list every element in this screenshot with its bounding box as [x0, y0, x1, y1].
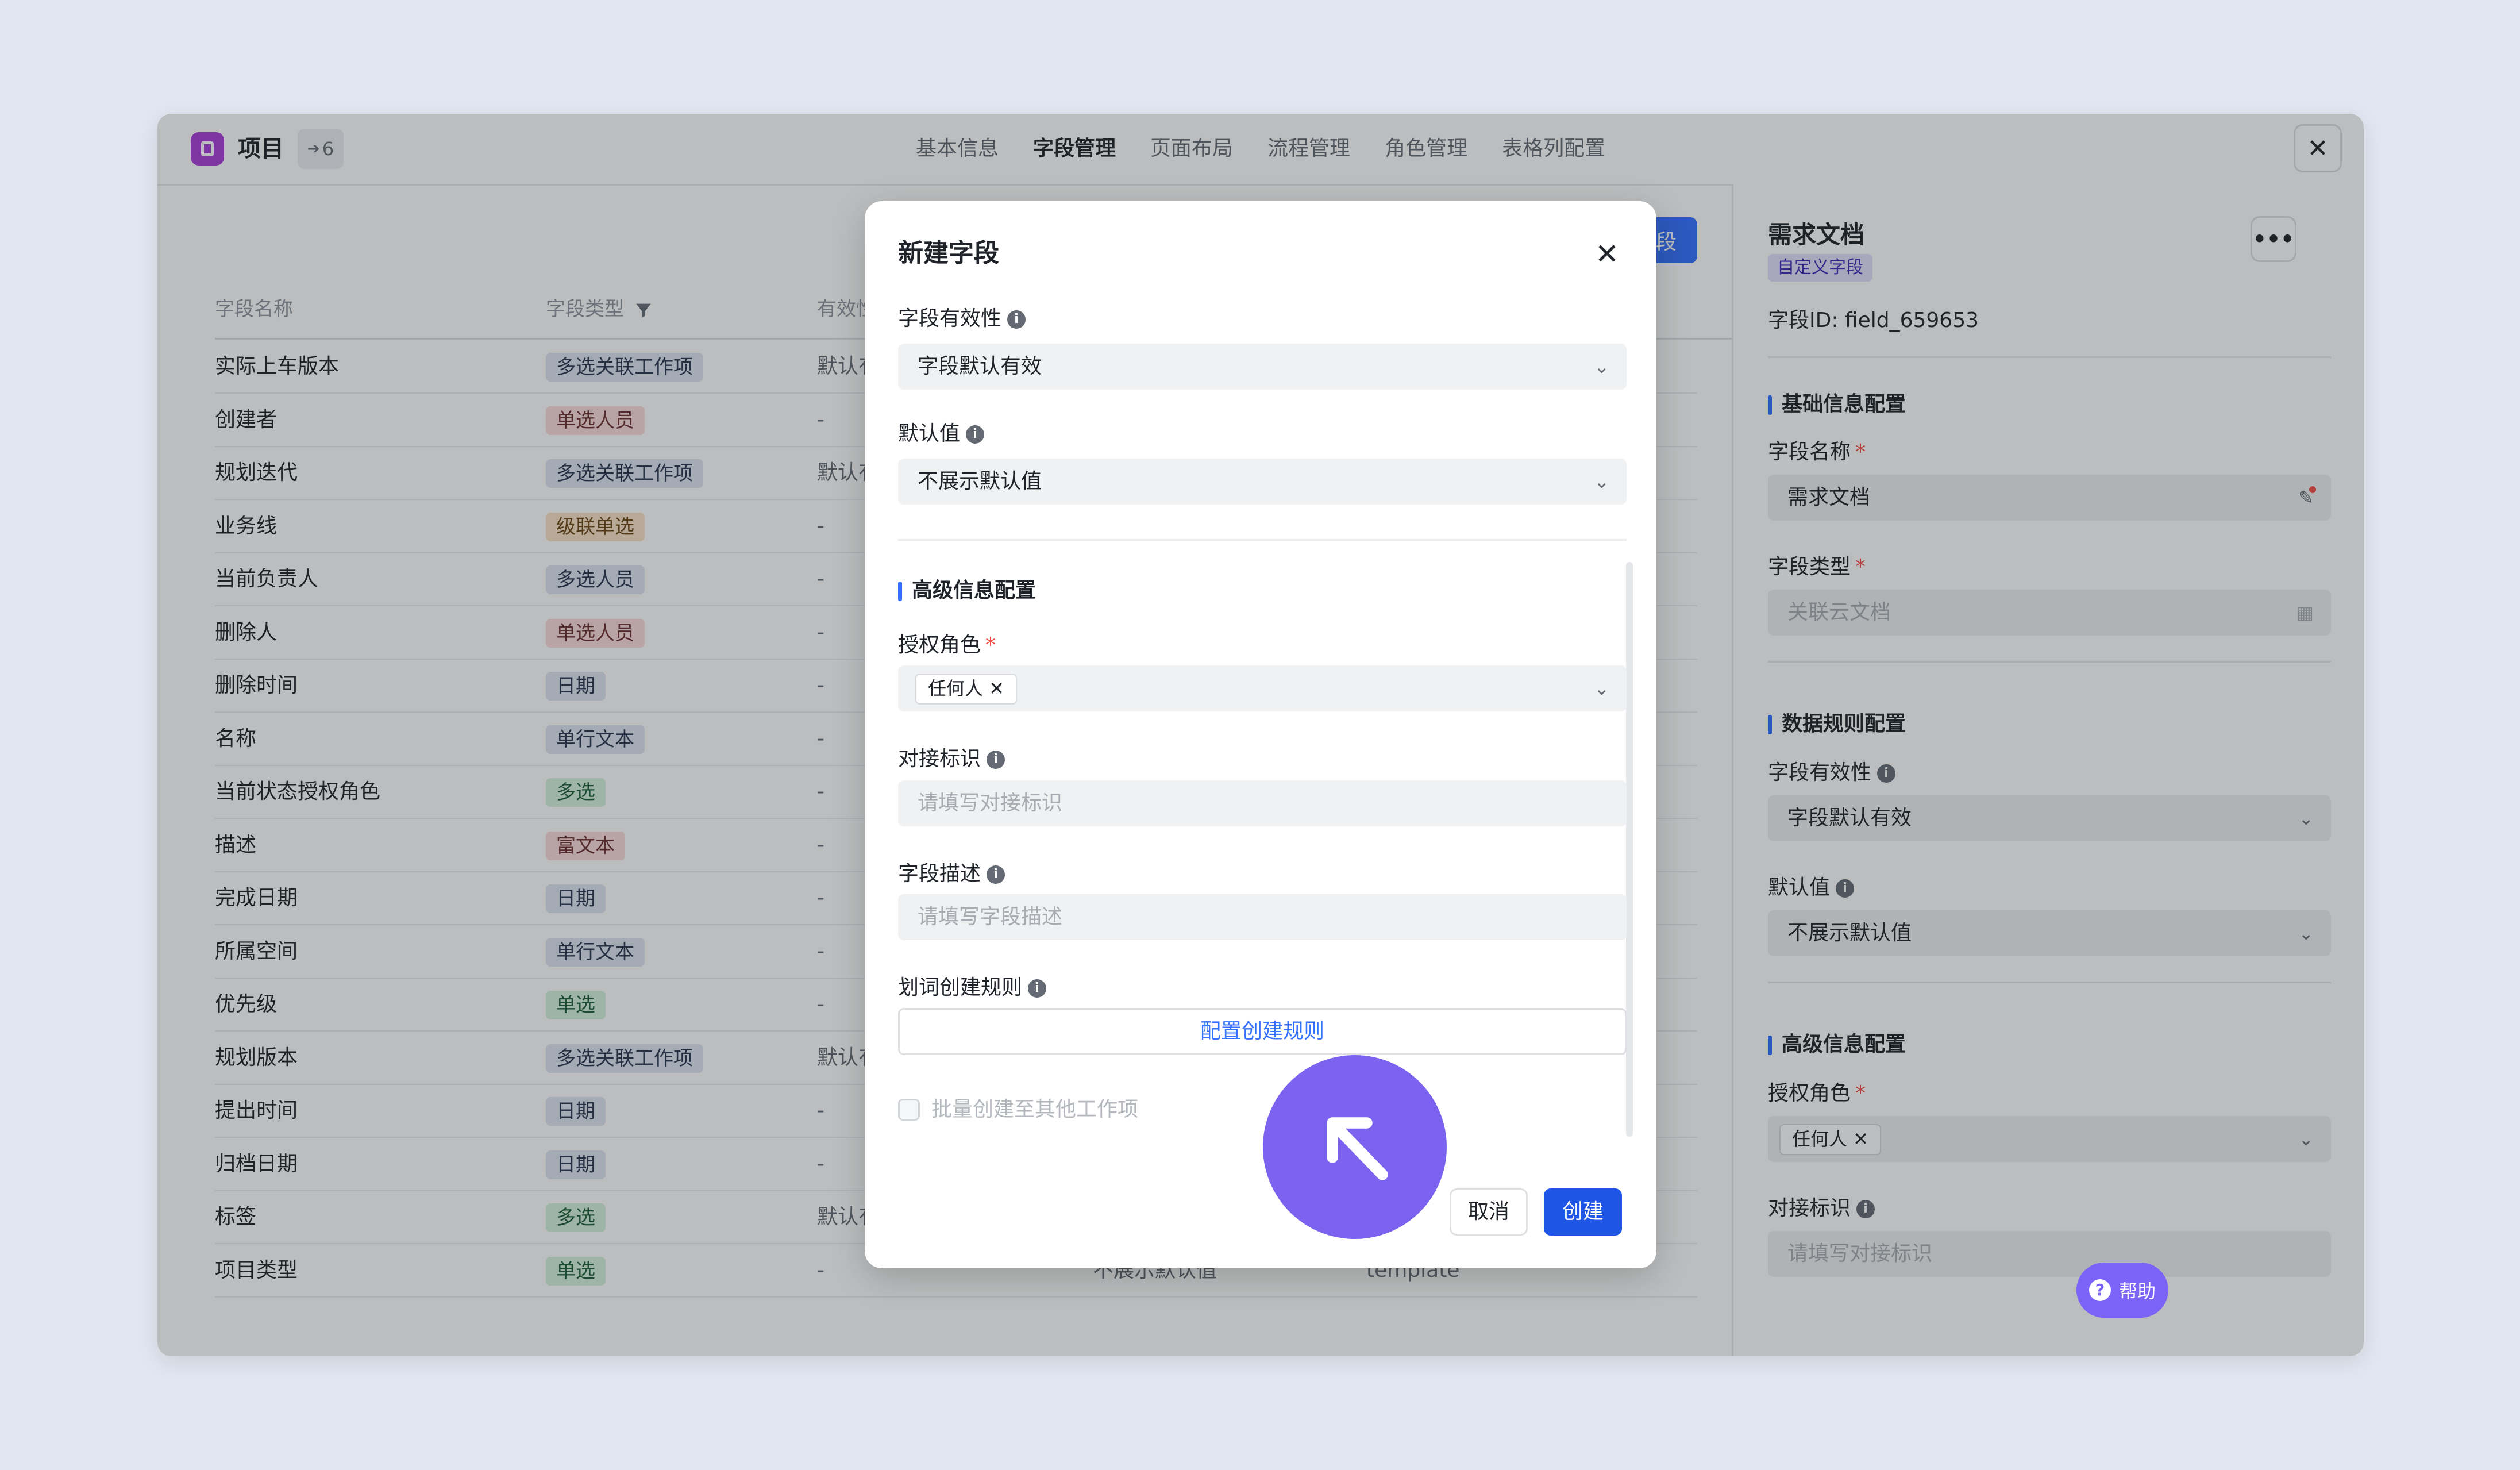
chevron-down-icon: ⌄ — [1594, 471, 1609, 492]
modal-default-value: 不展示默认值 — [918, 470, 1042, 493]
info-icon: i — [987, 865, 1005, 884]
modal-close-button[interactable]: ✕ — [1590, 237, 1624, 271]
cursor-arrow-icon — [1327, 1117, 1388, 1180]
help-button[interactable]: ? 帮助 — [2076, 1263, 2168, 1318]
info-icon: i — [966, 425, 985, 444]
chevron-down-icon: ⌄ — [1594, 678, 1609, 699]
modal-ident-input[interactable]: 请填写对接标识 — [898, 780, 1627, 826]
info-icon: i — [987, 751, 1005, 769]
modal-scrollbar[interactable] — [1626, 562, 1633, 1137]
cursor-highlight — [1263, 1055, 1447, 1239]
close-icon: ✕ — [1595, 237, 1619, 271]
modal-ident-label: 对接标识 i — [898, 745, 1005, 774]
cancel-button[interactable]: 取消 — [1450, 1188, 1528, 1236]
modal-roles-label: 授权角色 * — [898, 633, 996, 657]
modal-validity-select[interactable]: 字段默认有效 ⌄ — [898, 344, 1627, 390]
modal-rule-label: 划词创建规则 i — [898, 973, 1047, 1002]
create-button[interactable]: 创建 — [1544, 1188, 1622, 1236]
batch-create-option[interactable]: 批量创建至其他工作项 — [898, 1095, 1138, 1124]
modal-section-advanced: 高级信息配置 — [898, 577, 1036, 605]
tag-close-icon[interactable]: ✕ — [989, 678, 1004, 699]
info-icon: i — [1007, 310, 1026, 329]
modal-title: 新建字段 — [898, 238, 999, 268]
help-label: 帮助 — [2118, 1280, 2156, 1302]
modal-validity-label: 字段有效性 i — [898, 305, 1026, 333]
modal-desc-label: 字段描述 i — [898, 860, 1005, 888]
modal-roles-select[interactable]: 任何人 ✕ ⌄ — [898, 665, 1627, 711]
modal-validity-value: 字段默认有效 — [918, 355, 1042, 378]
modal-desc-input[interactable]: 请填写字段描述 — [898, 894, 1627, 940]
role-tag: 任何人 ✕ — [915, 674, 1017, 705]
modal-default-select[interactable]: 不展示默认值 ⌄ — [898, 459, 1627, 505]
configure-rule-button[interactable]: 配置创建规则 — [898, 1008, 1627, 1055]
modal-divider — [898, 539, 1627, 541]
info-icon: i — [1028, 979, 1047, 998]
modal-default-label: 默认值 i — [898, 420, 985, 448]
new-field-modal: 新建字段 ✕ 字段有效性 i 字段默认有效 ⌄ 默认值 i 不展示默认值 ⌄ 高级信… — [865, 201, 1656, 1268]
batch-label: 批量创建至其他工作项 — [931, 1098, 1139, 1121]
question-icon: ? — [2089, 1279, 2111, 1301]
chevron-down-icon: ⌄ — [1594, 356, 1609, 378]
batch-checkbox[interactable] — [898, 1099, 920, 1121]
